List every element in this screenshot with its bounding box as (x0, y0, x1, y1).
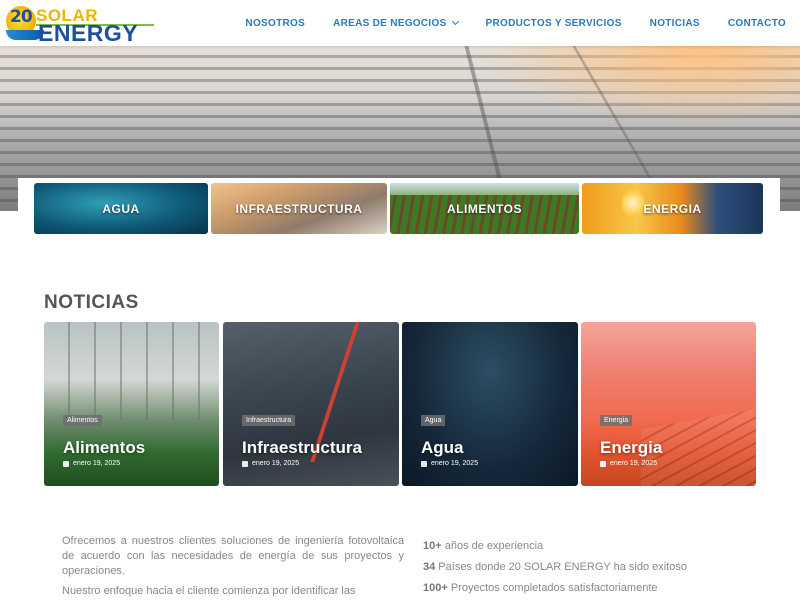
stat-text: Países donde 20 SOLAR ENERGY ha sido exi… (435, 561, 687, 573)
stat-text: años de experiencia (441, 540, 544, 552)
news-date-text: enero 19, 2025 (610, 460, 658, 467)
site-header: 20 SOLAR ENERGY NOSOTROS AREAS DE NEGOCI… (0, 0, 800, 46)
category-label: ALIMENTOS (447, 201, 522, 216)
stat-value: 100+ (423, 582, 448, 594)
nav-label: NOTICIAS (649, 17, 700, 29)
news-card-energia[interactable]: Energia Energia enero 19, 2025 (581, 322, 756, 486)
category-agua[interactable]: AGUA (34, 183, 208, 234)
logo-word-energy: ENERGY (38, 20, 139, 46)
stat-value: 34 (423, 561, 436, 573)
site-logo[interactable]: 20 SOLAR ENERGY (6, 4, 156, 46)
news-title[interactable]: Alimentos (63, 438, 145, 458)
news-date-text: enero 19, 2025 (431, 460, 479, 467)
news-card-infraestructura[interactable]: Infraestructura Infraestructura enero 19… (223, 322, 399, 486)
nav-areas-de-negocios[interactable]: AREAS DE NEGOCIOS (333, 17, 459, 29)
news-date: enero 19, 2025 (600, 460, 657, 467)
nav-label: PRODUCTOS Y SERVICIOS (485, 17, 622, 29)
nav-label: AREAS DE NEGOCIOS (333, 17, 447, 29)
stat-item: 34 Países donde 20 SOLAR ENERGY ha sido … (423, 561, 687, 582)
category-infraestructura[interactable]: INFRAESTRUCTURA (211, 183, 387, 234)
main-nav: NOSOTROS AREAS DE NEGOCIOS PRODUCTOS Y S… (245, 0, 786, 46)
nav-nosotros[interactable]: NOSOTROS (245, 18, 305, 29)
logo-number: 20 (10, 7, 33, 27)
nav-productos-y-servicios[interactable]: PRODUCTOS Y SERVICIOS (486, 18, 622, 29)
news-tag[interactable]: Infraestructura (242, 415, 296, 426)
category-label: INFRAESTRUCTURA (235, 201, 363, 216)
category-alimentos[interactable]: ALIMENTOS (390, 183, 579, 234)
news-title[interactable]: Infraestructura (242, 438, 362, 458)
calendar-icon (63, 460, 69, 467)
news-date-text: enero 19, 2025 (73, 460, 121, 467)
stat-value: 10+ (423, 540, 442, 552)
news-title[interactable]: Energia (600, 438, 662, 458)
news-title[interactable]: Agua (421, 438, 464, 458)
stats-list: 10+ años de experiencia 34 Países donde … (423, 540, 687, 603)
about-text: Ofrecemos a nuestros clientes soluciones… (62, 534, 404, 604)
lightbulb-icon (622, 189, 644, 217)
calendar-icon (600, 460, 606, 467)
category-label: ENERGIA (643, 201, 702, 216)
nav-label: NOSOTROS (245, 17, 306, 29)
about-paragraph: Nuestro enfoque hacia el cliente comienz… (62, 585, 356, 597)
news-tag[interactable]: Agua (421, 415, 446, 426)
section-title-noticias: NOTICIAS (44, 292, 139, 313)
category-label: AGUA (102, 201, 140, 216)
news-card-agua[interactable]: Agua Agua enero 19, 2025 (402, 322, 578, 486)
news-date: enero 19, 2025 (63, 460, 120, 467)
news-date: enero 19, 2025 (242, 460, 299, 467)
category-energia[interactable]: ENERGIA (582, 183, 763, 234)
news-tag[interactable]: Alimentos (63, 415, 102, 426)
calendar-icon (421, 460, 427, 467)
news-card-alimentos[interactable]: Alimentos Alimentos enero 19, 2025 (44, 322, 219, 486)
nav-label: CONTACTO (727, 17, 786, 29)
news-date-text: enero 19, 2025 (252, 460, 300, 467)
news-tag[interactable]: Energia (600, 415, 633, 426)
hero-sunlight (480, 46, 800, 126)
chevron-down-icon (451, 17, 459, 26)
nav-noticias[interactable]: NOTICIAS (650, 18, 700, 29)
stat-text: Proyectos completados satisfactoriamente (447, 582, 658, 594)
nav-contacto[interactable]: CONTACTO (728, 18, 786, 29)
category-strip: AGUA INFRAESTRUCTURA ALIMENTOS ENERGIA (18, 178, 780, 240)
calendar-icon (242, 460, 248, 467)
news-date: enero 19, 2025 (421, 460, 478, 467)
stat-item: 10+ años de experiencia (423, 540, 687, 561)
about-paragraph: Ofrecemos a nuestros clientes soluciones… (62, 535, 404, 577)
